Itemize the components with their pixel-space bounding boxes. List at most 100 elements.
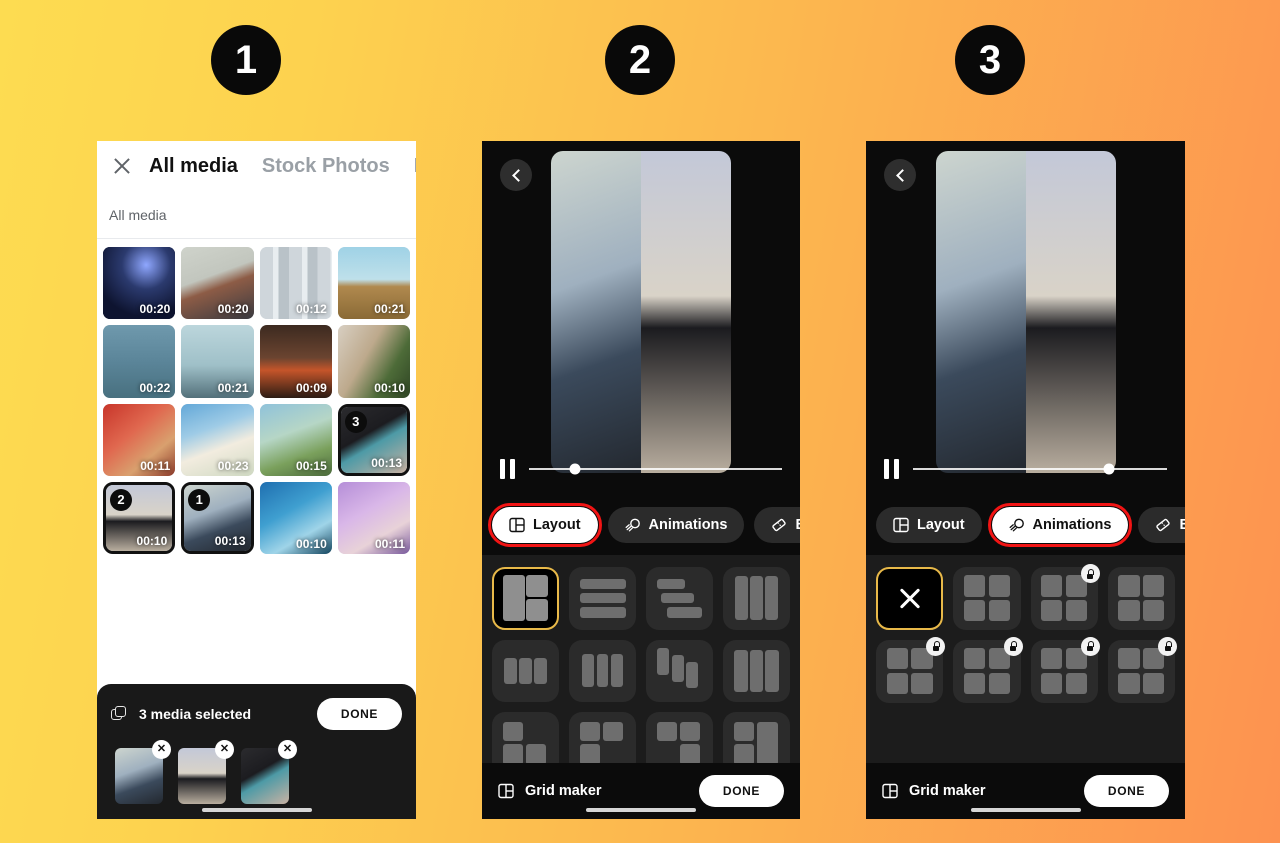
pause-icon[interactable] bbox=[884, 459, 899, 479]
editor-tool-tabs: Layout Animations Borders bbox=[866, 497, 1185, 555]
panel-grid-maker-layout: Layout Animations Borders Grid maker DONE bbox=[482, 141, 800, 819]
media-thumbnail[interactable]: 00:12 bbox=[259, 247, 332, 320]
option-animation[interactable] bbox=[953, 567, 1021, 630]
lock-icon bbox=[926, 636, 946, 656]
duration-label: 00:22 bbox=[139, 380, 171, 395]
selected-thumbnail[interactable]: ✕ bbox=[178, 740, 234, 804]
progress-track[interactable] bbox=[529, 463, 782, 475]
media-grid: 00:20 00:20 00:12 00:21 00:22 00:21 00:09 00:10… bbox=[97, 239, 416, 562]
duration-label: 00:21 bbox=[217, 380, 249, 395]
lock-icon bbox=[1080, 636, 1100, 656]
media-thumbnail[interactable]: 00:15 bbox=[259, 403, 332, 476]
media-thumbnail[interactable]: 3 00:13 bbox=[337, 403, 410, 476]
media-thumbnail[interactable]: 00:21 bbox=[337, 247, 410, 320]
duration-label: 00:15 bbox=[296, 458, 327, 473]
back-chevron-icon[interactable] bbox=[884, 159, 916, 191]
tab-borders[interactable]: Borders bbox=[1138, 507, 1185, 543]
duration-label: 00:10 bbox=[136, 534, 168, 548]
done-button[interactable]: DONE bbox=[698, 775, 784, 807]
folder-selector[interactable]: All media bbox=[97, 191, 416, 239]
tab-animations[interactable]: Animations bbox=[607, 507, 745, 543]
duration-label: 00:10 bbox=[374, 380, 405, 395]
tab-stock-photos[interactable]: Stock Photos bbox=[262, 155, 390, 178]
layout-pattern-glyph bbox=[1041, 648, 1088, 695]
option-layout[interactable] bbox=[492, 567, 559, 630]
media-thumbnail[interactable]: 00:11 bbox=[337, 481, 410, 554]
layout-options-grid bbox=[492, 567, 790, 775]
option-layout[interactable] bbox=[723, 639, 790, 703]
progress-knob[interactable] bbox=[569, 463, 581, 475]
canvas-cell-left bbox=[935, 151, 1026, 473]
option-layout[interactable] bbox=[723, 567, 790, 630]
animation-options-panel bbox=[866, 555, 1185, 777]
media-thumbnail[interactable]: 00:10 bbox=[337, 325, 410, 398]
video-canvas[interactable] bbox=[935, 151, 1116, 473]
option-layout[interactable] bbox=[646, 639, 713, 703]
layout-pattern-glyph bbox=[963, 575, 1010, 622]
remove-icon[interactable]: ✕ bbox=[152, 740, 171, 759]
done-button[interactable]: DONE bbox=[316, 698, 402, 730]
tab-all-media[interactable]: All media bbox=[149, 155, 238, 178]
step-number: 2 bbox=[628, 38, 652, 82]
layout-pattern-glyph bbox=[579, 721, 626, 767]
selection-order-badge: 2 bbox=[110, 488, 132, 511]
back-chevron-icon[interactable] bbox=[500, 159, 532, 191]
duration-label: 00:13 bbox=[371, 455, 402, 470]
option-animation[interactable] bbox=[1107, 636, 1177, 703]
player-controls bbox=[866, 459, 1185, 479]
selection-order-badge: 3 bbox=[344, 410, 367, 433]
selection-order-badge: 1 bbox=[188, 488, 211, 511]
option-animation[interactable] bbox=[1107, 567, 1175, 630]
selected-thumbnail[interactable]: ✕ bbox=[115, 740, 171, 804]
layout-pattern-glyph bbox=[503, 648, 549, 694]
selected-thumbnails-strip: ✕ ✕ ✕ bbox=[111, 740, 402, 804]
option-animation[interactable] bbox=[1030, 564, 1100, 630]
duration-label: 00:23 bbox=[217, 458, 249, 473]
duration-label: 00:09 bbox=[296, 380, 327, 395]
option-animation[interactable] bbox=[876, 636, 946, 703]
media-thumbnail[interactable]: 00:21 bbox=[181, 325, 254, 398]
option-animation[interactable] bbox=[953, 636, 1023, 703]
option-layout[interactable] bbox=[646, 567, 713, 630]
media-thumbnail[interactable]: 00:20 bbox=[103, 247, 176, 320]
editor-title: Grid maker bbox=[909, 783, 986, 799]
selected-thumbnail[interactable]: ✕ bbox=[241, 740, 297, 804]
option-layout[interactable] bbox=[569, 567, 636, 630]
progress-track[interactable] bbox=[913, 463, 1167, 475]
tab-borders[interactable]: Borders bbox=[754, 507, 800, 543]
tab-label: Borders bbox=[1179, 517, 1185, 533]
done-button[interactable]: DONE bbox=[1083, 775, 1169, 807]
tab-layout[interactable]: Layout bbox=[488, 503, 602, 547]
lock-icon bbox=[1003, 636, 1023, 656]
media-thumbnail[interactable]: 2 00:10 bbox=[103, 481, 176, 554]
media-thumbnail[interactable]: 00:20 bbox=[181, 247, 254, 320]
video-stage bbox=[866, 141, 1185, 497]
tab-animations[interactable]: Animations bbox=[987, 503, 1133, 547]
option-layout[interactable] bbox=[492, 639, 559, 703]
tab-more[interactable]: Mor bbox=[414, 155, 416, 178]
home-indicator bbox=[970, 808, 1081, 812]
media-thumbnail[interactable]: 00:10 bbox=[259, 481, 332, 554]
pause-icon[interactable] bbox=[500, 459, 515, 479]
media-thumbnail[interactable]: 00:23 bbox=[181, 403, 254, 476]
tab-layout[interactable]: Layout bbox=[876, 507, 982, 543]
step-number: 3 bbox=[978, 38, 1002, 82]
media-thumbnail[interactable]: 00:09 bbox=[259, 325, 332, 398]
video-canvas[interactable] bbox=[551, 151, 731, 473]
option-none[interactable] bbox=[876, 567, 944, 630]
canvas-cell-right bbox=[641, 151, 731, 473]
remove-icon[interactable]: ✕ bbox=[215, 740, 234, 759]
option-layout[interactable] bbox=[569, 639, 636, 703]
layout-pattern-glyph bbox=[657, 647, 703, 694]
player-controls bbox=[482, 459, 800, 479]
close-icon[interactable] bbox=[109, 153, 135, 179]
animation-icon bbox=[1009, 517, 1025, 533]
step-badge-2: 2 bbox=[605, 25, 675, 95]
media-thumbnail[interactable]: 00:11 bbox=[103, 403, 176, 476]
remove-icon[interactable]: ✕ bbox=[278, 740, 297, 759]
media-thumbnail[interactable]: 00:22 bbox=[103, 325, 176, 398]
option-animation[interactable] bbox=[1030, 636, 1100, 703]
media-thumbnail[interactable]: 1 00:13 bbox=[181, 481, 254, 554]
step-number: 1 bbox=[234, 38, 258, 82]
progress-knob[interactable] bbox=[1103, 463, 1115, 475]
